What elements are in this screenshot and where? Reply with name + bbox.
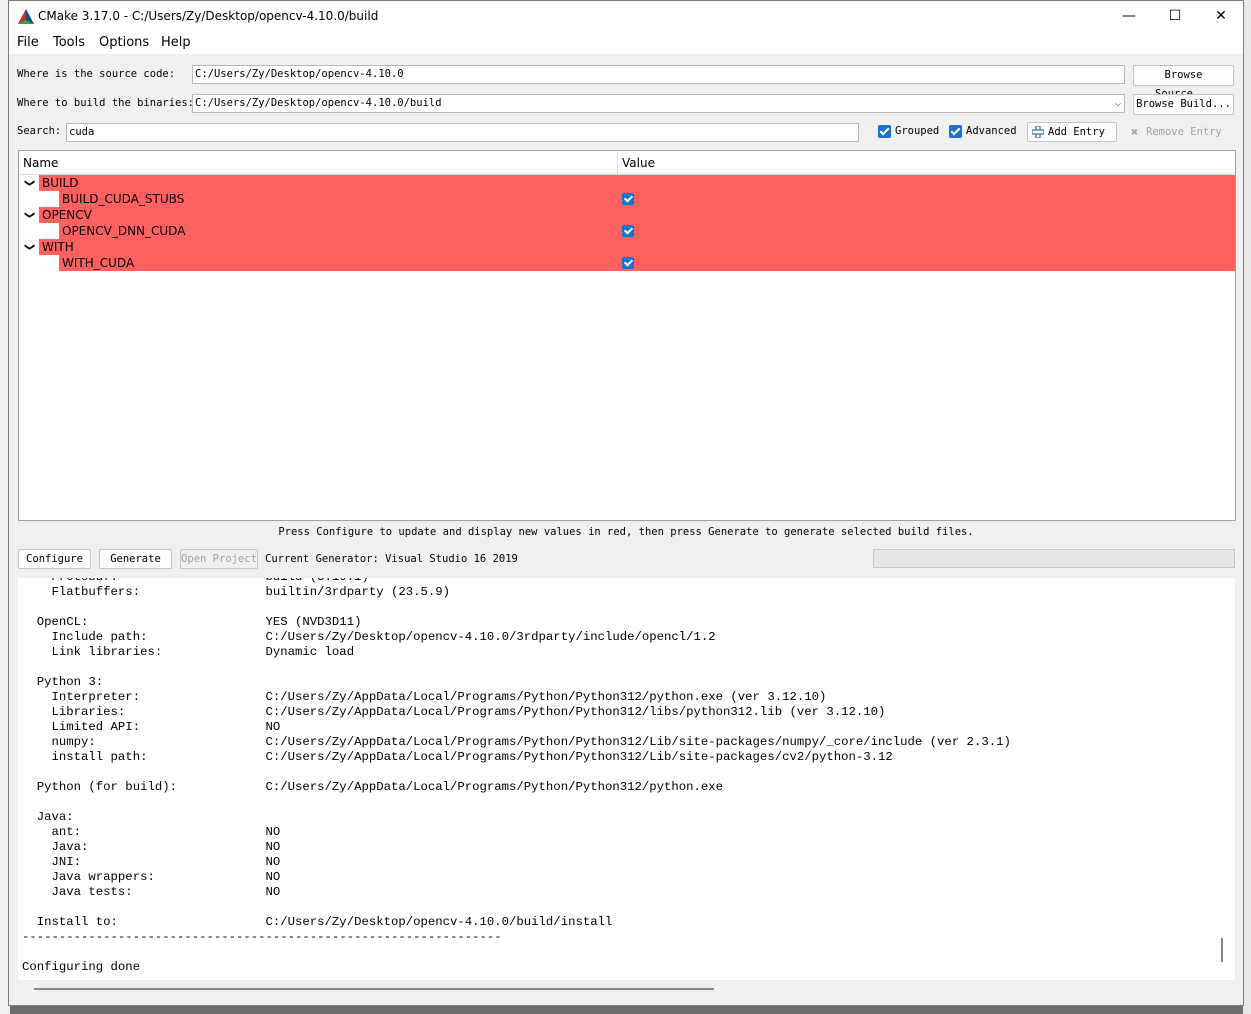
chevron-down-icon[interactable]: ❯ xyxy=(21,179,37,187)
search-input[interactable]: cuda xyxy=(66,123,859,142)
add-entry-button[interactable]: Add Entry xyxy=(1027,122,1117,142)
group-name: OPENCV xyxy=(42,208,92,222)
output-log[interactable]: Protobuf: build (3.19.1) Flatbuffers: bu… xyxy=(18,578,1218,980)
group-name: WITH xyxy=(42,240,74,254)
group-name: BUILD xyxy=(42,176,79,190)
plus-icon xyxy=(1032,126,1044,138)
maximize-button[interactable]: ☐ xyxy=(1152,1,1198,32)
open-project-button[interactable]: Open Project xyxy=(180,549,258,569)
source-label: Where is the source code: xyxy=(17,68,176,80)
progress-bar xyxy=(873,549,1235,568)
menu-file[interactable]: File xyxy=(17,35,39,50)
column-name-header[interactable]: Name xyxy=(23,156,58,170)
background-right xyxy=(1243,0,1251,1014)
browse-source-button[interactable]: Browse Source... xyxy=(1133,65,1234,100)
menu-options[interactable]: Options xyxy=(99,35,149,50)
close-button[interactable]: ✕ xyxy=(1198,1,1244,32)
output-log-text: Protobuf: build (3.19.1) Flatbuffers: bu… xyxy=(22,578,1011,974)
title-bar[interactable]: CMake 3.17.0 - C:/Users/Zy/Desktop/openc… xyxy=(9,1,1243,32)
chevron-down-icon[interactable]: ❯ xyxy=(21,243,37,251)
column-divider xyxy=(617,151,618,175)
add-entry-label: Add Entry xyxy=(1048,126,1105,138)
output-horizontal-scroll-thumb[interactable] xyxy=(34,988,714,990)
tree-entry-row[interactable]: OPENCV_DNN_CUDA xyxy=(19,223,1235,239)
tree-group-row[interactable]: ❯ WITH xyxy=(19,239,1235,255)
entry-name: WITH_CUDA xyxy=(62,256,135,270)
build-label: Where to build the binaries: xyxy=(17,97,195,109)
entry-value-checkbox[interactable] xyxy=(622,225,634,237)
menu-bar: File Tools Options Help xyxy=(9,32,1243,54)
configure-hint: Press Configure to update and display ne… xyxy=(278,526,974,538)
cache-entries-tree[interactable]: Name Value ❯ BUILD BUILD_CUDA_STUBS ❯ OP… xyxy=(18,150,1236,521)
cmake-window: CMake 3.17.0 - C:/Users/Zy/Desktop/openc… xyxy=(8,0,1244,1006)
build-path-value: C:/Users/Zy/Desktop/opencv-4.10.0/build xyxy=(195,97,442,109)
window-title: CMake 3.17.0 - C:/Users/Zy/Desktop/openc… xyxy=(38,9,379,23)
minimize-button[interactable]: — xyxy=(1106,1,1152,32)
generate-button[interactable]: Generate xyxy=(99,549,172,569)
remove-icon: ✖ xyxy=(1131,125,1139,139)
remove-entry-label: Remove Entry xyxy=(1146,126,1222,138)
browse-build-button[interactable]: Browse Build... xyxy=(1133,94,1234,115)
column-value-header[interactable]: Value xyxy=(622,156,655,170)
tree-entry-row[interactable]: BUILD_CUDA_STUBS xyxy=(19,191,1235,207)
chevron-down-icon[interactable]: ⌵ xyxy=(1115,95,1121,112)
build-path-combobox[interactable]: C:/Users/Zy/Desktop/opencv-4.10.0/build … xyxy=(192,94,1125,113)
remove-entry-button[interactable]: ✖ Remove Entry xyxy=(1125,122,1225,142)
entry-name: OPENCV_DNN_CUDA xyxy=(62,224,186,238)
entry-value-checkbox[interactable] xyxy=(622,193,634,205)
grouped-label: Grouped xyxy=(895,125,940,137)
cmake-logo-icon xyxy=(18,9,34,24)
tree-header: Name Value xyxy=(19,151,1235,175)
menu-help[interactable]: Help xyxy=(161,35,191,50)
search-label: Search: xyxy=(17,125,62,137)
source-path-input[interactable]: C:/Users/Zy/Desktop/opencv-4.10.0 xyxy=(192,65,1125,84)
tree-group-row[interactable]: ❯ OPENCV xyxy=(19,207,1235,223)
entry-value-checkbox[interactable] xyxy=(622,257,634,269)
menu-tools[interactable]: Tools xyxy=(53,35,85,50)
advanced-label: Advanced xyxy=(966,125,1017,137)
tree-entry-row[interactable]: WITH_CUDA xyxy=(19,255,1235,271)
grouped-checkbox[interactable] xyxy=(878,125,891,138)
configure-button[interactable]: Configure xyxy=(18,549,91,569)
output-vertical-scrollbar[interactable] xyxy=(1218,578,1235,980)
advanced-checkbox[interactable] xyxy=(949,125,962,138)
tree-group-row[interactable]: ❯ BUILD xyxy=(19,175,1235,191)
output-vertical-scroll-thumb[interactable] xyxy=(1221,938,1223,962)
chevron-down-icon[interactable]: ❯ xyxy=(21,211,37,219)
current-generator-label: Current Generator: Visual Studio 16 2019 xyxy=(265,553,518,565)
entry-name: BUILD_CUDA_STUBS xyxy=(62,192,185,206)
